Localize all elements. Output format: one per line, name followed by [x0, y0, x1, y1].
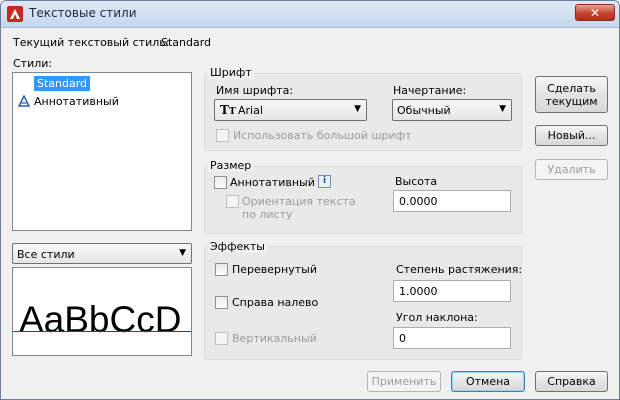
height-label: Высота: [395, 175, 438, 188]
annotative-label: Аннотативный: [230, 176, 315, 189]
title-bar[interactable]: Текстовые стили ✕: [1, 1, 619, 28]
font-name-dropdown[interactable]: TT Arial ▼: [214, 99, 367, 121]
truetype-font-icon: TT: [220, 103, 236, 117]
new-style-button[interactable]: Новый...: [535, 125, 608, 146]
annotative-checkbox[interactable]: [214, 176, 227, 189]
window-title: Текстовые стили: [29, 6, 137, 20]
width-factor-label: Степень растяжения:: [396, 263, 523, 276]
info-icon[interactable]: i: [318, 175, 331, 188]
styles-filter-value: Все стили: [17, 248, 75, 261]
font-group-title: Шрифт: [208, 66, 254, 79]
upside-down-label: Перевернутый: [232, 263, 317, 276]
set-current-label-line2: текущим: [545, 94, 598, 108]
chevron-down-icon: ▼: [354, 104, 361, 114]
font-name-label: Имя шрифта:: [216, 84, 294, 97]
oblique-angle-value: 0: [399, 332, 406, 345]
current-style-value: Standard: [161, 36, 212, 49]
set-current-label-line1: Сделать: [547, 81, 596, 95]
apply-button[interactable]: Применить: [367, 371, 441, 392]
effects-group-title: Эффекты: [208, 240, 267, 253]
styles-label: Стили:: [13, 57, 53, 70]
match-orientation-label-line2: по листу: [242, 208, 293, 221]
vertical-checkbox[interactable]: [215, 332, 228, 345]
font-name-value: Arial: [238, 104, 263, 117]
font-style-dropdown[interactable]: Обычный ▼: [392, 99, 512, 121]
chevron-down-icon: ▼: [179, 248, 186, 258]
chevron-down-icon: ▼: [499, 104, 506, 114]
size-group-title: Размер: [208, 159, 254, 172]
preview-baseline: [13, 331, 191, 332]
upside-down-checkbox[interactable]: [215, 263, 228, 276]
width-factor-input[interactable]: 1.0000: [393, 280, 511, 302]
font-style-label: Начертание:: [393, 84, 467, 97]
match-orientation-label-line1: Ориентация текста: [242, 195, 356, 208]
oblique-angle-label: Угол наклона:: [396, 311, 478, 324]
preview-text: AaBbCcD: [19, 299, 182, 340]
height-value: 0.0000: [399, 195, 438, 208]
styles-filter-dropdown[interactable]: Все стили ▼: [12, 243, 192, 264]
autocad-app-icon: [7, 6, 23, 22]
set-current-button[interactable]: Сделать текущим: [535, 76, 608, 113]
use-bigfont-label: Использовать большой шрифт: [233, 129, 412, 142]
current-style-label: Текущий текстовый стиль:: [13, 36, 170, 49]
style-preview: AaBbCcD: [12, 267, 192, 356]
close-button[interactable]: ✕: [575, 4, 615, 21]
use-bigfont-checkbox[interactable]: [216, 129, 229, 142]
backwards-label: Справа налево: [232, 296, 319, 309]
backwards-checkbox[interactable]: [215, 296, 228, 309]
annotative-icon: [18, 95, 30, 107]
font-style-value: Обычный: [397, 104, 451, 117]
delete-style-button[interactable]: Удалить: [535, 159, 608, 180]
height-input[interactable]: 0.0000: [393, 190, 511, 212]
text-styles-dialog: Текстовые стили ✕ Текущий текстовый стил…: [0, 0, 620, 400]
width-factor-value: 1.0000: [399, 285, 438, 298]
vertical-label: Вертикальный: [232, 332, 317, 345]
style-item-annotative[interactable]: Аннотативный: [34, 95, 119, 108]
style-item-standard[interactable]: Standard: [34, 76, 91, 91]
cancel-button[interactable]: Отмена: [451, 371, 525, 392]
oblique-angle-input[interactable]: 0: [393, 327, 511, 349]
styles-list[interactable]: Standard Аннотативный: [12, 72, 192, 231]
help-button[interactable]: Справка: [535, 371, 608, 392]
match-orientation-checkbox[interactable]: [226, 195, 239, 208]
